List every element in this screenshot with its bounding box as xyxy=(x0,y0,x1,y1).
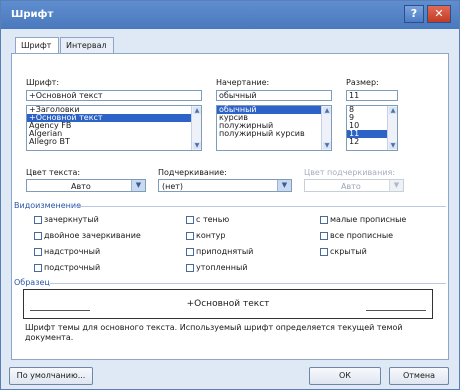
small-caps-checkbox[interactable]: малые прописные xyxy=(320,215,406,225)
checkbox-box[interactable] xyxy=(320,247,328,256)
checkbox-box[interactable] xyxy=(34,247,42,256)
checkbox-box[interactable] xyxy=(320,215,328,224)
checkbox-label: с тенью xyxy=(196,215,230,224)
checkbox-label: контур xyxy=(196,231,226,240)
checkbox-label: надстрочный xyxy=(44,247,101,256)
scroll-down-icon[interactable]: ▼ xyxy=(323,142,331,149)
checkbox-box[interactable] xyxy=(186,215,194,224)
effects-group-title: Видоизменение xyxy=(14,201,82,210)
ok-button[interactable]: ОК xyxy=(309,367,381,385)
double-strikethrough-checkbox[interactable]: двойное зачеркивание xyxy=(34,231,141,241)
checkbox-box[interactable] xyxy=(34,215,42,224)
underline-color-select: Авто ▼ xyxy=(304,179,404,192)
close-icon[interactable]: ✕ xyxy=(427,5,451,23)
underline-select[interactable]: (нет) ▼ xyxy=(158,179,292,192)
help-icon[interactable]: ? xyxy=(404,5,424,23)
window-title: Шрифт xyxy=(11,9,54,20)
group-divider xyxy=(74,206,446,207)
style-input[interactable]: обычный xyxy=(216,90,332,101)
checkbox-label: малые прописные xyxy=(330,215,407,224)
preview-baseline-right xyxy=(366,310,426,311)
checkbox-label: утопленный xyxy=(196,263,248,272)
checkbox-label: двойное зачеркивание xyxy=(44,231,141,240)
font-list-item[interactable]: Allegro BT xyxy=(27,138,201,146)
underline-label: Подчеркивание: xyxy=(158,168,227,177)
text-color-label: Цвет текста: xyxy=(26,168,81,177)
chevron-down-icon[interactable]: ▼ xyxy=(277,180,291,191)
group-divider xyxy=(50,283,446,284)
size-label: Размер: xyxy=(346,78,379,87)
text-color-select[interactable]: Авто ▼ xyxy=(26,179,146,192)
outline-checkbox[interactable]: контур xyxy=(186,231,225,241)
preview-text: +Основной текст xyxy=(186,299,270,309)
all-caps-checkbox[interactable]: все прописные xyxy=(320,231,393,241)
checkbox-label: подстрочный xyxy=(44,263,101,272)
subscript-checkbox[interactable]: подстрочный xyxy=(34,263,100,273)
text-color-value: Авто xyxy=(71,182,91,191)
engrave-checkbox[interactable]: утопленный xyxy=(186,263,248,273)
cancel-button[interactable]: Отмена xyxy=(389,367,449,385)
chevron-down-icon[interactable]: ▼ xyxy=(131,180,145,191)
size-input[interactable]: 11 xyxy=(346,90,398,101)
font-label: Шрифт: xyxy=(26,78,60,87)
preview-baseline-left xyxy=(30,310,90,311)
style-label: Начертание: xyxy=(216,78,270,87)
checkbox-box[interactable] xyxy=(186,247,194,256)
checkbox-label: скрытый xyxy=(330,247,367,256)
preview-description: Шрифт темы для основного текста. Использ… xyxy=(25,323,403,342)
checkbox-box[interactable] xyxy=(34,263,42,272)
size-list-scrollbar[interactable]: ▲ ▼ xyxy=(387,106,397,150)
font-list-scrollbar[interactable]: ▲ ▼ xyxy=(191,106,201,150)
scroll-up-icon[interactable]: ▲ xyxy=(193,107,201,114)
font-dialog: Шрифт ? ✕ Шрифт Интервал Шрифт: +Основно… xyxy=(0,0,460,390)
superscript-checkbox[interactable]: надстрочный xyxy=(34,247,100,257)
strikethrough-checkbox[interactable]: зачеркнутый xyxy=(34,215,99,225)
hidden-checkbox[interactable]: скрытый xyxy=(320,247,367,257)
title-bar[interactable]: Шрифт ? ✕ xyxy=(1,1,459,29)
shadow-checkbox[interactable]: с тенью xyxy=(186,215,229,225)
checkbox-label: все прописные xyxy=(330,231,394,240)
checkbox-box[interactable] xyxy=(320,231,328,240)
preview-group-title: Образец xyxy=(14,278,50,287)
tab-spacing[interactable]: Интервал xyxy=(60,37,114,53)
scroll-down-icon[interactable]: ▼ xyxy=(193,142,201,149)
scroll-down-icon[interactable]: ▼ xyxy=(389,142,397,149)
checkbox-label: приподнятый xyxy=(196,247,254,256)
size-list[interactable]: 8 9 10 11 12 ▲ ▼ xyxy=(346,105,398,151)
style-list-item[interactable]: полужирный курсив xyxy=(217,130,331,138)
underline-color-value: Авто xyxy=(341,182,361,191)
font-input[interactable]: +Основной текст xyxy=(26,90,202,101)
underline-value: (нет) xyxy=(162,182,184,191)
emboss-checkbox[interactable]: приподнятый xyxy=(186,247,253,257)
chevron-down-icon: ▼ xyxy=(389,180,403,191)
style-list-scrollbar[interactable]: ▲ ▼ xyxy=(321,106,331,150)
checkbox-label: зачеркнутый xyxy=(44,215,99,224)
preview-box: +Основной текст xyxy=(23,289,433,319)
checkbox-box[interactable] xyxy=(186,263,194,272)
checkbox-box[interactable] xyxy=(34,231,42,240)
scroll-up-icon[interactable]: ▲ xyxy=(389,107,397,114)
set-default-button[interactable]: По умолчанию... xyxy=(9,367,93,385)
scroll-up-icon[interactable]: ▲ xyxy=(323,107,331,114)
underline-color-label: Цвет подчеркивания: xyxy=(304,168,396,177)
checkbox-box[interactable] xyxy=(186,231,194,240)
tab-font[interactable]: Шрифт xyxy=(15,37,59,54)
font-list[interactable]: +Заголовки +Основной текст Agency FB Alg… xyxy=(26,105,202,151)
style-list[interactable]: обычный курсив полужирный полужирный кур… xyxy=(216,105,332,151)
